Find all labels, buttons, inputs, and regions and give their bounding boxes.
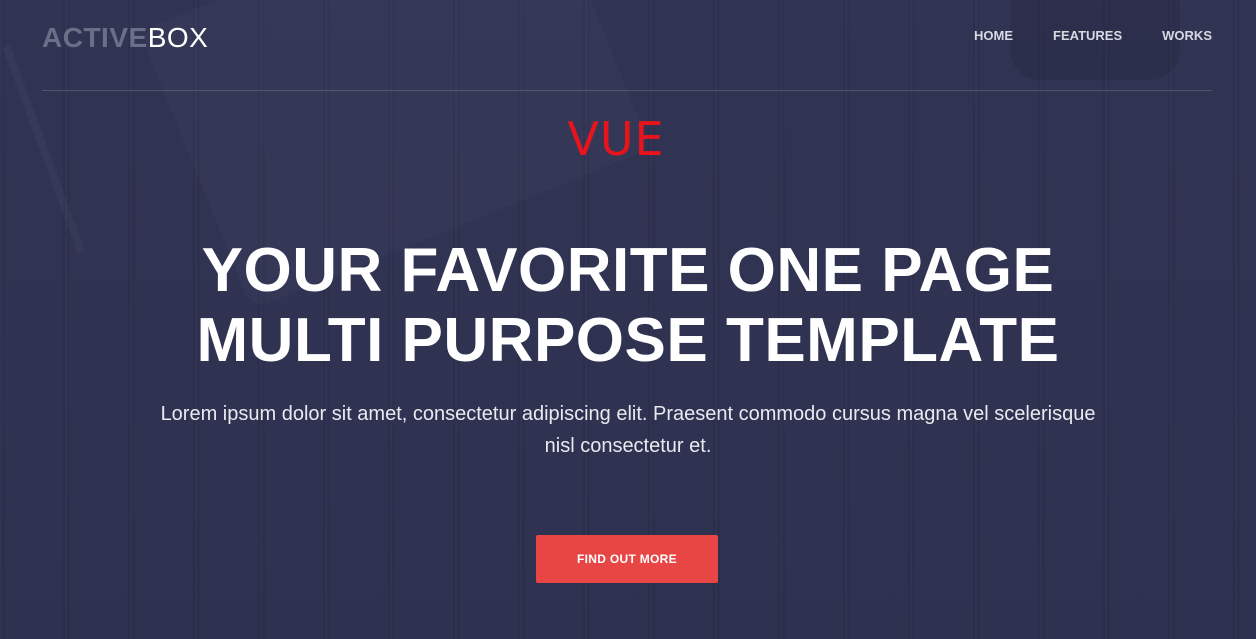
nav-item-works[interactable]: WORKS [1162,29,1212,43]
nav-item-home[interactable]: HOME [974,29,1013,43]
find-out-more-button[interactable]: FIND OUT MORE [536,535,718,583]
hero-title: YOUR FAVORITE ONE PAGE MULTI PURPOSE TEM… [0,236,1256,376]
brand-logo-light: BOX [147,22,209,53]
nav-menu: HOME FEATURES WORKS [974,29,1212,43]
navbar: ACTIVEBOX HOME FEATURES WORKS [42,0,1212,91]
hero-title-line-1: YOUR FAVORITE ONE PAGE [201,236,1055,305]
brand-logo-bold: ACTIVE [42,22,148,53]
hero-title-line-2: MULTI PURPOSE TEMPLATE [196,306,1060,375]
nav-item-features[interactable]: FEATURES [1053,29,1122,43]
vue-label: VUE [567,112,665,166]
brand-logo[interactable]: ACTIVEBOX [42,23,208,53]
hero-section: YOUR FAVORITE ONE PAGE MULTI PURPOSE TEM… [0,236,1256,462]
hero-description: Lorem ipsum dolor sit amet, consectetur … [160,403,1096,457]
